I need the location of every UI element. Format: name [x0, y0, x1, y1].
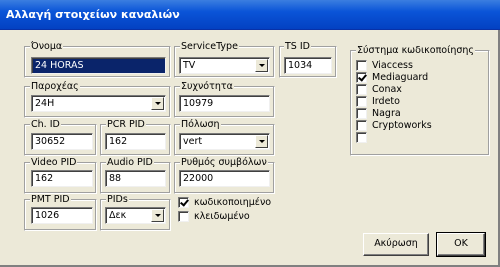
encryption-label-viaccess: Viaccess [372, 60, 413, 71]
locked-label: κλειδωμένο [194, 211, 250, 222]
pids-select[interactable]: Δεκ [105, 207, 166, 224]
encryption-checkbox-cryptoworks[interactable] [356, 120, 367, 131]
name-input[interactable]: 24 HORAS [31, 57, 166, 74]
encryption-label: Σύστημα κωδικοποίησης [356, 45, 475, 56]
ts-id-input[interactable]: 1034 [284, 57, 332, 74]
ts-id-label: TS ID [284, 41, 311, 52]
ok-button[interactable]: OK [436, 232, 486, 257]
dialog-window: Αλλαγή στοιχείων καναλιών Όνομα 24 HORAS… [0, 0, 500, 267]
video-pid-label: Video PID [30, 157, 78, 168]
symbol-rate-value: 22000 [183, 173, 214, 184]
chevron-down-icon[interactable] [255, 135, 268, 148]
frequency-value: 10979 [183, 98, 214, 109]
name-label: Όνομα [30, 41, 64, 52]
pcr-pid-input[interactable]: 162 [105, 133, 166, 150]
chevron-down-icon[interactable] [151, 209, 164, 222]
encryption-checkbox-irdeto[interactable] [356, 96, 367, 107]
pmt-pid-input[interactable]: 1026 [31, 207, 93, 224]
video-pid-value: 162 [35, 173, 54, 184]
symbol-rate-input[interactable]: 22000 [179, 170, 270, 187]
audio-pid-value: 88 [109, 173, 122, 184]
service-type-select[interactable]: TV [179, 57, 270, 74]
ts-id-value: 1034 [288, 60, 313, 71]
encryption-label-nagra: Nagra [372, 108, 401, 119]
ch-id-label: Ch. ID [30, 119, 61, 130]
chevron-down-icon[interactable] [255, 59, 268, 72]
provider-label: Παροχέας [30, 81, 80, 92]
locked-checkbox[interactable] [178, 211, 189, 222]
chevron-down-icon[interactable] [151, 97, 164, 110]
pids-label: PIDs [106, 194, 129, 205]
provider-select[interactable]: 24H [31, 95, 166, 112]
audio-pid-input[interactable]: 88 [105, 170, 166, 187]
service-type-label: ServiceType [180, 41, 239, 52]
window-title: Αλλαγή στοιχείων καναλιών [6, 8, 180, 21]
pmt-pid-value: 1026 [35, 210, 60, 221]
encrypted-label: κωδικοποιημένο [194, 197, 272, 208]
pcr-pid-value: 162 [109, 136, 128, 147]
pcr-pid-label: PCR PID [106, 119, 146, 130]
frequency-label: Συχνότητα [180, 81, 234, 92]
name-value: 24 HORAS [35, 60, 84, 71]
video-pid-input[interactable]: 162 [31, 170, 93, 187]
title-bar[interactable]: Αλλαγή στοιχείων καναλιών [0, 0, 500, 30]
encryption-checkbox-mediaguard[interactable] [356, 72, 367, 83]
encryption-checkbox-nagra[interactable] [356, 108, 367, 119]
polarization-select[interactable]: vert [179, 133, 270, 150]
ch-id-value: 30652 [35, 136, 66, 147]
polarization-label: Πόλωση [180, 119, 221, 130]
audio-pid-label: Audio PID [106, 157, 154, 168]
provider-value: 24H [35, 98, 55, 109]
encryption-label-mediaguard: Mediaguard [372, 72, 429, 83]
service-type-value: TV [183, 60, 196, 71]
encryption-checkbox-viaccess[interactable] [356, 60, 367, 71]
symbol-rate-label: Ρυθμός συμβόλων [180, 157, 268, 168]
encrypted-checkbox[interactable] [178, 197, 189, 208]
ch-id-input[interactable]: 30652 [31, 133, 93, 150]
encryption-checkbox-conax[interactable] [356, 84, 367, 95]
encryption-label-conax: Conax [372, 84, 402, 95]
encryption-label-cryptoworks: Cryptoworks [372, 120, 432, 131]
cancel-button[interactable]: Ακύρωση [363, 233, 429, 256]
frequency-input[interactable]: 10979 [179, 95, 270, 112]
polarization-value: vert [183, 136, 203, 147]
encryption-checkbox-other[interactable] [356, 132, 367, 143]
pmt-pid-label: PMT PID [30, 194, 71, 205]
pids-value: Δεκ [109, 210, 127, 221]
encryption-group [350, 50, 490, 156]
encryption-label-irdeto: Irdeto [372, 96, 400, 107]
